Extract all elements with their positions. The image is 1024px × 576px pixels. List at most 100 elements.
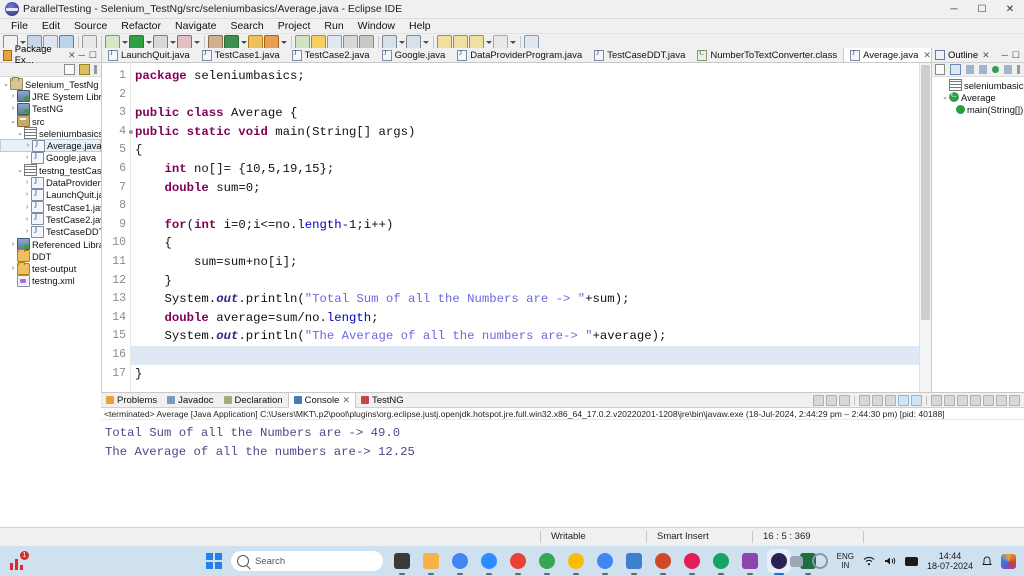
scroll-lock-icon[interactable]	[872, 394, 883, 406]
battery-icon[interactable]	[904, 556, 918, 566]
console-tab-console[interactable]: Console ✕	[287, 392, 356, 408]
hide-nonpublic-icon[interactable]	[992, 66, 999, 73]
chevron-down-icon[interactable]	[169, 36, 176, 49]
code-line[interactable]: public static void main(String[] args)	[131, 123, 931, 142]
chevron-down-icon[interactable]	[398, 36, 405, 49]
clear-console-icon[interactable]	[859, 394, 870, 406]
editor-tab-numbertotextconverter-class[interactable]: NumberToTextConverter.class	[691, 48, 843, 62]
terminate-icon[interactable]	[813, 394, 824, 406]
taskbar-chrome-icon[interactable]	[537, 551, 557, 575]
chevron-down-icon[interactable]	[145, 36, 152, 49]
chevron-down-icon[interactable]	[280, 36, 287, 49]
tree-item-testcase2-jav[interactable]: › TestCase2.jav	[0, 213, 101, 226]
tree-item-testcase1-jav[interactable]: › TestCase1.jav	[0, 201, 101, 214]
expand-arrow-icon[interactable]: ›	[23, 191, 31, 198]
show-console-icon[interactable]	[898, 394, 909, 406]
taskbar-copilot-icon[interactable]	[392, 551, 412, 575]
remove-all-launches-icon[interactable]	[839, 394, 850, 406]
sort-icon[interactable]	[950, 64, 961, 75]
outline-item-average[interactable]: ⌄ Average	[932, 90, 1024, 103]
close-icon[interactable]: ✕	[982, 50, 990, 61]
tree-item-seleniumbasics[interactable]: ⌄ seleniumbasics	[0, 127, 101, 140]
code-line[interactable]: {	[131, 141, 931, 160]
taskbar-notepad-icon[interactable]	[624, 551, 644, 575]
code-line[interactable]: {	[131, 234, 931, 253]
code-line[interactable]	[131, 345, 931, 365]
outline-item-main-string-[interactable]: main(String[])	[932, 104, 1024, 116]
close-icon[interactable]: ✕	[923, 50, 931, 61]
code-line[interactable]: int no[]= {10,5,19,15};	[131, 160, 931, 179]
taskbar-chrome-icon-2[interactable]	[566, 551, 586, 575]
expand-arrow-icon[interactable]: ›	[23, 216, 31, 223]
chevron-down-icon[interactable]	[983, 394, 994, 406]
maximize-button[interactable]: ☐	[968, 0, 996, 18]
link-with-editor-icon[interactable]	[79, 64, 90, 75]
project-tree[interactable]: ⌄ Selenium_TestNg › JRE System Library › Test…	[0, 77, 101, 528]
update-icon[interactable]	[811, 553, 828, 569]
code-line[interactable]: sum=sum+no[i];	[131, 253, 931, 272]
maximize-icon[interactable]	[1009, 394, 1020, 406]
open-console-icon[interactable]	[944, 394, 955, 406]
console-output[interactable]: Total Sum of all the Numbers are -> 49.0…	[101, 420, 1024, 528]
show-hidden-icons-icon[interactable]: ^	[776, 556, 780, 566]
taskbar-powerpoint-icon[interactable]	[653, 551, 673, 575]
expand-arrow-icon[interactable]: ›	[23, 228, 31, 235]
editor-tab-dataproviderprogram-java[interactable]: DataProviderProgram.java	[451, 48, 588, 62]
minimize-icon[interactable]: ─	[1002, 50, 1008, 61]
tree-item-dataprovider[interactable]: › DataProvider	[0, 176, 101, 189]
hide-fields-icon[interactable]	[965, 65, 975, 74]
menu-help[interactable]: Help	[402, 19, 438, 33]
scrollbar-thumb[interactable]	[921, 65, 930, 320]
hide-local-icon[interactable]	[1003, 65, 1013, 74]
code-line[interactable]: }	[131, 365, 931, 384]
console-tab-problems[interactable]: Problems	[101, 393, 162, 407]
console-tab-testng[interactable]: TestNG	[356, 393, 409, 407]
expand-arrow-icon[interactable]: ›	[23, 179, 31, 186]
editor-tab-launchquit-java[interactable]: LaunchQuit.java	[102, 48, 196, 62]
maximize-icon[interactable]: ☐	[89, 50, 97, 61]
collapse-all-icon[interactable]	[64, 64, 75, 75]
new-console-icon[interactable]	[970, 394, 981, 406]
menu-search[interactable]: Search	[223, 19, 270, 33]
code-line[interactable]: double average=sum/no.length;	[131, 309, 931, 328]
minimize-button[interactable]: ─	[940, 0, 968, 18]
taskbar-chrome-icon-3[interactable]	[595, 551, 615, 575]
display-selected-console-icon[interactable]	[931, 394, 942, 406]
taskbar-chrome-profile-icon[interactable]	[508, 551, 528, 575]
taskbar-slack-icon[interactable]	[682, 551, 702, 575]
collapse-arrow-icon[interactable]: ⌄	[2, 80, 10, 88]
tab-package-explorer[interactable]: Package Ex... ✕	[0, 44, 79, 66]
taskbar-zoom-icon[interactable]	[479, 551, 499, 575]
tree-item-google-java[interactable]: › Google.java	[0, 151, 101, 164]
expand-arrow-icon[interactable]: ›	[9, 265, 17, 272]
chevron-down-icon[interactable]	[240, 36, 247, 49]
tree-item-testng-testcases[interactable]: ⌄ testng_testCases	[0, 164, 101, 177]
outline-item-seleniumbasics[interactable]: seleniumbasics	[932, 79, 1024, 92]
taskbar-chrome-icon-4[interactable]	[711, 551, 731, 575]
code-line[interactable]: public class Average {	[131, 104, 931, 123]
menu-edit[interactable]: Edit	[35, 19, 67, 33]
menu-run[interactable]: Run	[317, 19, 350, 33]
chevron-down-icon[interactable]	[485, 36, 492, 49]
editor-tab-average-java[interactable]: Average.java ✕	[843, 48, 931, 62]
taskbar-notification-badge[interactable]: 1	[10, 551, 29, 570]
menu-file[interactable]: File	[4, 19, 35, 33]
tree-item-testng[interactable]: › TestNG	[0, 102, 101, 115]
editor-tab-testcaseddt-java[interactable]: TestCaseDDT.java	[588, 48, 691, 62]
pin-console-icon[interactable]	[911, 394, 922, 406]
remove-launch-icon[interactable]	[826, 394, 837, 406]
collapse-arrow-icon[interactable]: ⌄	[16, 129, 24, 137]
chevron-down-icon[interactable]	[121, 36, 128, 49]
collapse-arrow-icon[interactable]: ⌄	[941, 93, 949, 101]
expand-arrow-icon[interactable]: ›	[9, 93, 17, 100]
tree-item-selenium-testng[interactable]: ⌄ Selenium_TestNg	[0, 77, 101, 91]
collapse-all-icon[interactable]	[935, 64, 946, 75]
word-wrap-icon[interactable]	[885, 394, 896, 406]
expand-arrow-icon[interactable]: ›	[9, 105, 17, 112]
chevron-down-icon[interactable]	[957, 394, 968, 406]
code-line[interactable]: for(int i=0;i<=no.length-1;i++)	[131, 216, 931, 235]
collapse-arrow-icon[interactable]: ⌄	[16, 166, 24, 174]
close-icon[interactable]: ✕	[68, 50, 76, 61]
expand-arrow-icon[interactable]: ›	[9, 241, 17, 248]
tree-item-launchquit-ja[interactable]: › LaunchQuit.ja	[0, 188, 101, 201]
